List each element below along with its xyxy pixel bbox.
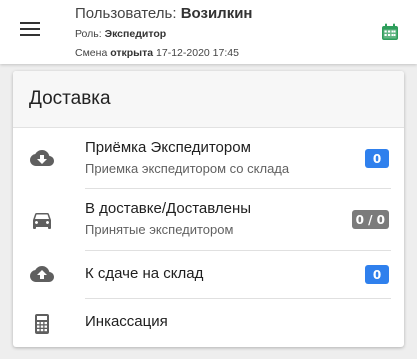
user-name: Возилкин xyxy=(180,5,253,22)
role-value: Экспедитор xyxy=(104,28,167,40)
calculator-icon xyxy=(35,314,49,334)
shift-datetime: 17-12-2020 17:45 xyxy=(156,47,239,59)
card-title: Доставка xyxy=(13,71,404,128)
list-item-to-warehouse[interactable]: К сдаче на склад 0 xyxy=(13,251,404,299)
list-item-in-delivery[interactable]: В доставке/Доставлены Принятые экспедито… xyxy=(13,189,404,251)
item-title: В доставке/Доставлены xyxy=(85,200,252,217)
calendar-icon[interactable] xyxy=(381,23,399,41)
top-bar: Пользователь: Возилкин Роль: Экспедитор … xyxy=(0,0,417,64)
count-badge: 0 xyxy=(365,149,389,168)
delivery-card: Доставка Приёмка Экспедитором Приемка эк… xyxy=(13,71,404,347)
shift-info: Смена открыта 17-12-2020 17:45 xyxy=(75,47,239,59)
count-badge: 0 xyxy=(365,265,389,284)
role-label: Роль: xyxy=(75,28,102,40)
list-item-receiving[interactable]: Приёмка Экспедитором Приемка экспедиторо… xyxy=(13,128,404,189)
item-subtitle: Принятые экспедитором xyxy=(85,222,234,237)
user-label: Пользователь: xyxy=(75,5,177,22)
item-title: К сдаче на склад xyxy=(85,265,204,282)
cloud-upload-icon xyxy=(30,266,54,282)
cloud-download-icon xyxy=(30,150,54,166)
item-title: Инкассация xyxy=(85,313,168,330)
item-subtitle: Приемка экспедитором со склада xyxy=(85,161,290,176)
user-info: Пользователь: Возилкин xyxy=(75,5,252,22)
role-info: Роль: Экспедитор xyxy=(75,28,166,40)
shift-label: Смена xyxy=(75,47,108,59)
car-icon xyxy=(33,213,51,229)
item-title: Приёмка Экспедитором xyxy=(85,139,251,156)
count-badge: 0 / 0 xyxy=(351,210,389,229)
shift-status: открыта xyxy=(110,47,154,59)
list-item-collection[interactable]: Инкассация xyxy=(13,299,404,347)
hamburger-menu-icon[interactable] xyxy=(20,22,40,38)
